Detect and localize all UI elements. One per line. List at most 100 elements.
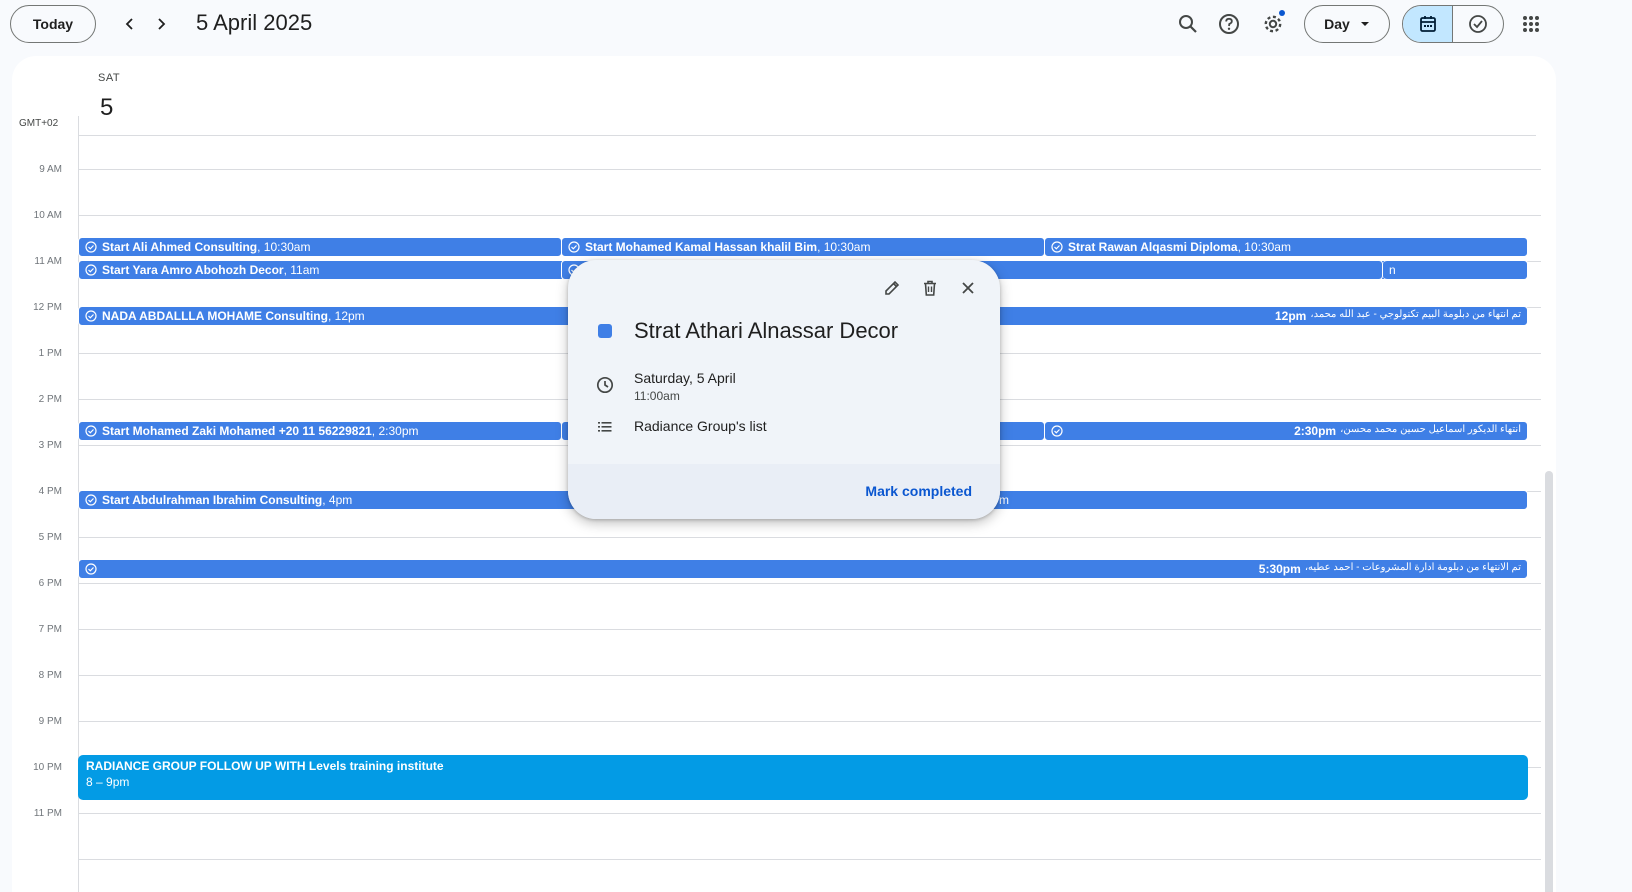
view-select-label: Day <box>1324 16 1350 32</box>
task-chip[interactable]: Start Mohamed Kamal Hassan khalil Bim, 1… <box>561 237 1045 257</box>
task-chip-rtl: تم انتهاء من دبلومة البيم تكنولوجي - عبد… <box>1275 309 1521 323</box>
event-time: 8 – 9pm <box>86 775 130 789</box>
task-check-icon <box>85 264 97 276</box>
task-time: , <box>322 493 329 507</box>
task-title: Start Abdulrahman Ibrahim Consulting <box>102 493 323 507</box>
settings-icon[interactable] <box>1259 10 1287 38</box>
chevron-left-icon[interactable] <box>118 12 142 36</box>
chevron-right-icon[interactable] <box>149 12 173 36</box>
popup-date: Saturday, 5 April <box>634 370 736 386</box>
scrollbar[interactable] <box>1545 471 1553 892</box>
task-time: 11am <box>290 263 320 277</box>
event-title: RADIANCE GROUP FOLLOW UP WITH Levels tra… <box>86 759 444 773</box>
page-title: 5 April 2025 <box>196 10 313 35</box>
hour-label: 11 PM <box>33 808 62 819</box>
day-number[interactable]: 5 <box>100 94 113 122</box>
hour-label: 7 PM <box>38 624 62 635</box>
timezone-label: GMT+02 <box>19 118 59 129</box>
hour-label: 1 PM <box>38 348 62 359</box>
task-chip[interactable]: تم الانتهاء من دبلومة ادارة المشروعات - … <box>78 559 1528 579</box>
popup-toolbar <box>880 276 980 300</box>
today-button[interactable]: Today <box>10 5 96 43</box>
task-chip[interactable]: Start Ali Ahmed Consulting, 10:30am <box>78 237 562 257</box>
calendar-event[interactable]: RADIANCE GROUP FOLLOW UP WITH Levels tra… <box>78 755 1528 800</box>
task-check-icon <box>1051 241 1063 253</box>
task-title-fragment: n <box>1389 263 1396 277</box>
delete-icon[interactable] <box>918 276 942 300</box>
hour-label: 6 PM <box>38 578 62 589</box>
task-chip[interactable]: n <box>1383 260 1528 280</box>
task-chip[interactable]: Strat Rawan Alqasmi Diploma, 10:30am <box>1044 237 1528 257</box>
hour-label: 12 PM <box>33 302 62 313</box>
task-check-icon <box>1051 425 1063 437</box>
task-time: 2:30pm <box>1294 424 1337 438</box>
task-check-icon <box>85 494 97 506</box>
popup-list-name: Radiance Group's list <box>634 418 767 434</box>
view-select[interactable]: Day <box>1304 5 1390 43</box>
hour-line <box>78 169 1541 170</box>
hour-label: 3 PM <box>38 440 62 451</box>
edit-icon[interactable] <box>880 276 904 300</box>
hour-label: 9 AM <box>39 164 62 175</box>
help-icon[interactable] <box>1215 10 1243 38</box>
hour-label: 11 AM <box>34 256 62 267</box>
day-of-week: SAT <box>98 72 121 84</box>
clock-icon <box>596 376 614 399</box>
close-icon[interactable] <box>956 276 980 300</box>
notification-dot <box>1279 10 1285 16</box>
task-time: , <box>257 240 264 254</box>
hour-line <box>78 813 1541 814</box>
task-check-icon <box>568 241 580 253</box>
search-icon[interactable] <box>1174 10 1202 38</box>
calendar-view-toggle[interactable] <box>1403 6 1454 42</box>
task-time: 2:30pm <box>378 424 419 438</box>
caret-down-icon <box>1360 22 1369 26</box>
hour-label: 8 PM <box>38 670 62 681</box>
task-check-icon <box>85 310 97 322</box>
popup-title: Strat Athari Alnassar Decor <box>634 318 899 343</box>
task-time: 10:30am <box>1244 240 1291 254</box>
task-time: 12pm <box>334 309 365 323</box>
calendar-icon <box>1419 16 1436 32</box>
task-title: تم الانتهاء من دبلومة ادارة المشروعات - … <box>1304 562 1521 573</box>
task-time: , <box>817 240 824 254</box>
popup-time: 11:00am <box>634 389 680 403</box>
task-time: 4pm <box>328 493 353 507</box>
task-time: , <box>327 309 335 323</box>
hour-line <box>78 215 1541 216</box>
task-chip[interactable]: انتهاء الديكور اسماعيل حسين محمد محسن، 2… <box>1044 421 1528 441</box>
task-time: , <box>371 424 379 438</box>
task-time: 12pm <box>1274 309 1307 323</box>
popup-footer: Mark completed <box>568 464 1000 519</box>
task-title-fragment: m <box>999 493 1009 507</box>
tasks-view-toggle[interactable] <box>1453 6 1503 42</box>
task-chip[interactable]: Start Mohamed Zaki Mohamed +20 11 562298… <box>78 421 562 441</box>
hour-label: 4 PM <box>38 486 62 497</box>
hour-line <box>78 629 1541 630</box>
hour-label: 9 PM <box>38 716 62 727</box>
task-check-icon <box>85 241 97 253</box>
hour-label: 10 PM <box>33 762 62 773</box>
task-chip-rtl: تم الانتهاء من دبلومة ادارة المشروعات - … <box>1259 562 1521 576</box>
task-time: , <box>283 263 291 277</box>
task-title: Start Ali Ahmed Consulting <box>102 240 258 254</box>
hour-line <box>78 537 1541 538</box>
task-time: , <box>1237 240 1245 254</box>
task-title: Start Yara Amro Abohozh Decor <box>102 263 284 277</box>
task-check-icon <box>85 425 97 437</box>
hour-line <box>78 859 1541 860</box>
task-title: تم انتهاء من دبلومة البيم تكنولوجي - عبد… <box>1310 309 1521 320</box>
task-title: Strat Rawan Alqasmi Diploma <box>1068 240 1238 254</box>
hour-label: 10 AM <box>33 210 62 221</box>
task-time: 10:30am <box>823 240 871 254</box>
task-title: NADA ABDALLLA MOHAME Consulting <box>102 309 328 323</box>
apps-grid-icon[interactable] <box>1517 10 1545 38</box>
divider <box>78 116 79 136</box>
hour-label: 2 PM <box>38 394 62 405</box>
task-time: 10:30am <box>263 240 311 254</box>
mark-completed-button[interactable]: Mark completed <box>865 483 972 499</box>
hour-line <box>78 721 1541 722</box>
list-icon <box>596 418 614 441</box>
hour-line <box>78 675 1541 676</box>
task-title: Start Mohamed Zaki Mohamed +20 11 562298… <box>102 424 372 438</box>
